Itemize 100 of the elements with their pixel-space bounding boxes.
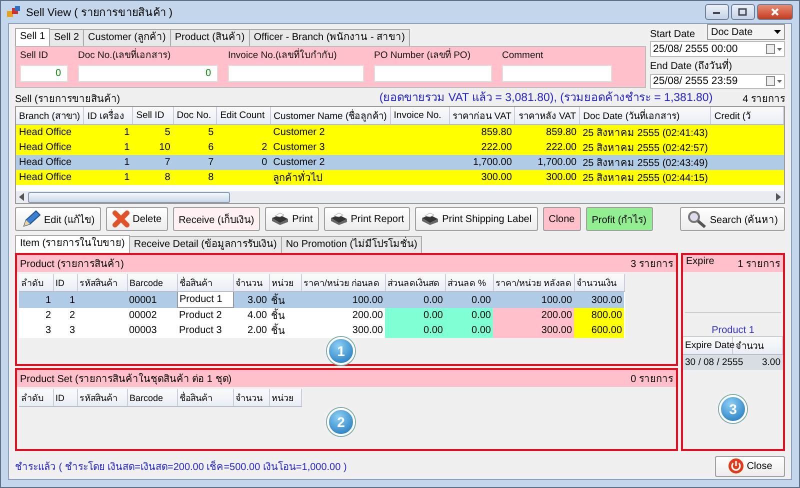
column-header[interactable]: ชื่อสินค้า (177, 389, 233, 407)
delete-icon (112, 210, 130, 228)
table-row[interactable]: Head Office 1 5 5 Customer 2 859.80 859.80 25 สิงหาคม 2555 (02:41:43) (16, 124, 784, 140)
column-header[interactable]: จำนวนเงิน (574, 274, 624, 292)
column-header[interactable]: ลำดับ (19, 274, 53, 292)
table-cell: ชิ้น (271, 296, 285, 307)
column-header[interactable]: Edit Count (216, 107, 270, 124)
table-cell: Product 1 (180, 294, 222, 306)
input-field[interactable] (228, 65, 364, 82)
toolbar-button[interactable]: Clone (542, 207, 581, 232)
column-header[interactable]: หน่วย (269, 389, 301, 407)
column-header[interactable]: ส่วนลด % (445, 274, 493, 292)
window-title: Sell View ( รายการขายสินค้า ) (26, 6, 173, 21)
table-row[interactable]: 2 2 00002 Product 2 4.00 ชิ้น 200.00 0.00 0.00 200.00 800.00 (19, 308, 624, 324)
column-header[interactable]: ID (53, 274, 77, 292)
close-button[interactable]: Close (715, 456, 785, 477)
column-header[interactable]: ชื่อสินค้า (177, 274, 233, 292)
table-cell: 300.00 (541, 325, 572, 336)
column-header[interactable]: Doc No. (173, 107, 217, 124)
table-cell: ชิ้น (271, 326, 285, 338)
tab[interactable]: Item (รายการในใบขาย) (15, 235, 130, 254)
toolbar-button[interactable]: Print Report (324, 207, 410, 232)
table-cell: 300.00 (352, 325, 383, 336)
table-row[interactable]: 1 1 00001 Product 1 3.00 ชิ้น 100.00 0.00 0.00 100.00 300.00 (19, 292, 624, 308)
column-header[interactable]: ราคาก่อน VAT (449, 107, 515, 124)
tab[interactable]: Sell 2 (49, 29, 84, 46)
column-header[interactable]: จำนวน (233, 389, 269, 407)
toolbar-button[interactable]: Edit (แก้ไข) (15, 207, 101, 232)
column-header[interactable]: รหัสสินค้า (77, 389, 127, 407)
record-count: 0 รายการ (630, 373, 673, 386)
column-header[interactable]: Expire Date (683, 337, 733, 355)
date-picker[interactable]: 25/08/ 2555 00:00 (650, 41, 785, 56)
table-cell: 3 (69, 325, 75, 336)
column-header[interactable]: Barcode (127, 274, 177, 292)
minimize-icon (712, 9, 722, 15)
table-cell: 859.80 (546, 127, 577, 138)
table-row[interactable]: Head Office 1 7 7 0 Customer 2 1,700.00 1,700.00 25 สิงหาคม 2555 (02:43:49) (16, 155, 784, 170)
field-label: Comment (502, 49, 544, 63)
table-cell: 0.00 (472, 325, 491, 336)
column-header[interactable]: จำนวน (233, 274, 269, 292)
column-header[interactable]: Invoice No. (390, 107, 450, 124)
toolbar-button[interactable]: Print (265, 207, 319, 232)
column-header[interactable]: ID (53, 389, 77, 407)
field-label: PO Number (เลขที่ PO) (374, 49, 472, 63)
toolbar-button[interactable]: Search (ค้นหา) (680, 207, 785, 232)
column-header[interactable]: Sell ID (132, 107, 174, 124)
input-field[interactable]: 0 (20, 65, 68, 82)
panel-title: Product (รายการสินค้า) (20, 258, 124, 272)
tab[interactable]: Customer (ลูกค้า) (83, 29, 171, 46)
toolbar-button[interactable]: Receive (เก็บเงิน) (172, 207, 260, 232)
input-field[interactable]: 0 (78, 65, 218, 82)
column-header[interactable]: ราคา/หน่วย หลังลด (493, 274, 574, 292)
column-header[interactable]: Doc Date (วันที่เอกสาร) (580, 107, 711, 124)
table-cell: ลูกค้าทั่วไป (273, 173, 322, 184)
input-field[interactable] (502, 65, 612, 82)
date-type-dropdown[interactable]: Doc Date (707, 24, 785, 40)
column-header[interactable]: รหัสสินค้า (77, 274, 127, 292)
horizontal-scrollbar[interactable] (16, 191, 784, 204)
tab[interactable]: No Promotion (ไม่มีโปรโมชั่น) (280, 236, 422, 254)
table-cell: ชิ้น (271, 311, 285, 322)
table-cell: 1 (124, 127, 130, 138)
date-picker[interactable]: 25/08/ 2555 23:59 (650, 74, 785, 89)
table-cell: 00001 (129, 294, 157, 306)
column-header[interactable]: Barcode (127, 389, 177, 407)
table-cell: 1,700.00 (538, 157, 577, 168)
table-cell: 5 (208, 127, 214, 138)
toolbar-button[interactable]: Profit (กำไร) (586, 207, 653, 232)
calendar-icon (766, 76, 782, 86)
table-row[interactable]: Head Office 1 10 6 2 Customer 3 222.00 222.00 25 สิงหาคม 2555 (02:42:57) (16, 140, 784, 155)
column-header[interactable]: ราคาหลัง VAT (514, 107, 580, 124)
maximize-icon (738, 8, 748, 16)
tab[interactable]: Product (สินค้า) (170, 29, 250, 46)
table-row[interactable]: Head Office 1 8 8 ลูกค้าทั่วไป 300.00 300.00 25 สิงหาคม 2555 (02:44:15) (16, 170, 784, 185)
toolbar-button[interactable]: Print Shipping Label (415, 207, 538, 232)
column-header[interactable]: Branch (สาขา) (16, 107, 84, 124)
close-button[interactable] (757, 4, 793, 20)
table-cell: 859.80 (481, 127, 512, 138)
tab[interactable]: Officer - Branch (พนักงาน - สาขา) (248, 29, 410, 46)
table-cell: 3.00 (248, 294, 267, 306)
column-header[interactable]: ID เครื่อง (84, 107, 133, 124)
tab[interactable]: Receive Detail (ข้อมูลการรับเงิน) (128, 236, 282, 254)
dropdown-arrow-icon (774, 30, 781, 34)
table-cell: Head Office (19, 142, 72, 153)
table-cell: 300.00 (546, 172, 577, 183)
column-header[interactable]: ลำดับ (19, 389, 53, 407)
table-cell: Customer 2 (273, 127, 325, 138)
minimize-button[interactable] (705, 4, 729, 20)
column-header[interactable]: หน่วย (269, 274, 301, 292)
input-field[interactable] (374, 65, 492, 82)
column-header[interactable]: ส่วนลดเงินสด (385, 274, 445, 292)
toolbar-button[interactable]: Delete (106, 207, 168, 232)
column-header[interactable]: ราคา/หน่วย ก่อนลด (301, 274, 385, 292)
maximize-button[interactable] (731, 4, 755, 20)
column-header[interactable]: Customer Name (ชื่อลูกค้า) (270, 107, 390, 124)
pencil-icon (21, 210, 41, 228)
column-header[interactable]: Credit (วั (710, 107, 784, 124)
table-row[interactable]: 3 3 00003 Product 3 2.00 ชิ้น 300.00 0.00 0.00 300.00 600.00 (19, 323, 624, 338)
table-cell: 4.00 (248, 310, 267, 322)
tab[interactable]: Sell 1 (15, 28, 50, 46)
search-icon (686, 210, 707, 228)
